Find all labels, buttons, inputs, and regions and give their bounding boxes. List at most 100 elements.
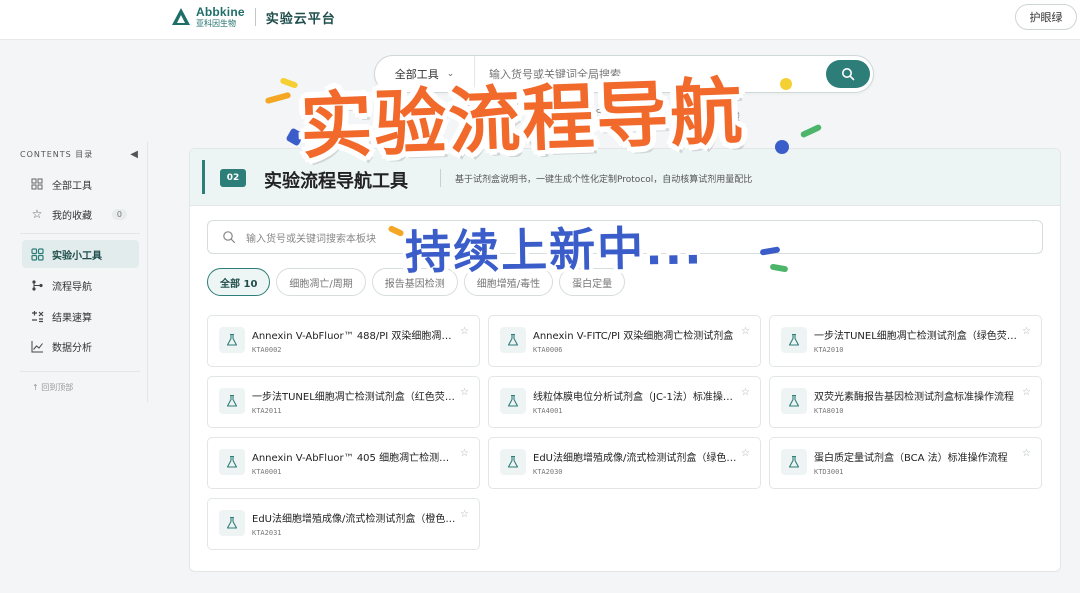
sidebar-item-label: 流程导航 [52, 281, 92, 293]
brand-logo[interactable]: Abbkine 亚科因生物 实验云平台 [170, 6, 336, 28]
tool-card[interactable]: Annexin V-AbFluor™ 405 细胞凋亡检测试剂盒 KTA0001… [207, 437, 480, 489]
favorite-star-icon[interactable]: ☆ [460, 326, 469, 337]
sidebar-item-label: 数据分析 [52, 342, 92, 354]
header-divider [440, 169, 441, 187]
confetti-decoration [264, 91, 292, 105]
flask-icon [781, 449, 807, 475]
favorite-star-icon[interactable]: ☆ [1022, 387, 1031, 398]
card-code: KTA2010 [814, 346, 844, 354]
section-number: 02 [220, 169, 246, 187]
flask-icon [781, 388, 807, 414]
flask-icon [500, 388, 526, 414]
flask-icon [781, 327, 807, 353]
tool-card[interactable]: EdU法细胞增殖成像/流式检测试剂盒（橙色荧光） KTA2031 ☆ [207, 498, 480, 550]
card-code: KTA0001 [252, 468, 282, 476]
flask-icon [500, 327, 526, 353]
card-code: KTA2030 [533, 468, 563, 476]
chip-all[interactable]: 全部 10 [207, 268, 271, 296]
sidebar-divider [20, 233, 140, 234]
flask-icon [219, 388, 245, 414]
sidebar-item-label: 全部工具 [52, 180, 92, 192]
card-title: Annexin V-AbFluor™ 488/PI 双染细胞凋亡检测试剂盒 [252, 331, 457, 342]
header-accent-bar [202, 160, 205, 194]
sidebar-item-all-tools[interactable]: 全部工具 [22, 170, 139, 198]
card-title: 线粒体膜电位分析试剂盒（JC-1法）标准操作流程 [533, 392, 738, 403]
sidebar-item-label: 实验小工具 [52, 250, 102, 262]
tool-card[interactable]: Annexin V-FITC/PI 双染细胞凋亡检测试剂盒 KTA0006 ☆ [488, 315, 761, 367]
flask-icon [219, 510, 245, 536]
star-icon: ☆ [31, 207, 43, 221]
promo-subheadline: 持续上新中... [404, 220, 704, 280]
card-title: Annexin V-FITC/PI 双染细胞凋亡检测试剂盒 [533, 331, 734, 342]
top-bar: Abbkine 亚科因生物 实验云平台 护眼绿 [0, 0, 1080, 40]
back-to-top-link[interactable]: ↑ 回到顶部 [32, 382, 73, 393]
card-title: EdU法细胞增殖成像/流式检测试剂盒（橙色荧光） [252, 514, 457, 525]
card-code: KTA0006 [533, 346, 563, 354]
flask-icon [219, 449, 245, 475]
tool-card[interactable]: 一步法TUNEL细胞凋亡检测试剂盒（绿色荧光） KTA2010 ☆ [769, 315, 1042, 367]
tool-card[interactable]: EdU法细胞增殖成像/流式检测试剂盒（绿色荧光） KTA2030 ☆ [488, 437, 761, 489]
promo-headline: 实验流程导航 [298, 69, 746, 169]
sidebar-item-data-analysis[interactable]: 数据分析 [22, 332, 139, 360]
flow-navigation-panel: 02 实验流程导航工具 基于试剂盒说明书，一键生成个性化定制Protocol，自… [189, 148, 1061, 572]
sidebar-item-lab-tools[interactable]: 实验小工具 [22, 240, 139, 268]
tool-card[interactable]: 蛋白质定量试剂盒（BCA 法）标准操作流程 KTD3001 ☆ [769, 437, 1042, 489]
card-title: 双荧光素酶报告基因检测试剂盒标准操作流程 [814, 392, 1014, 403]
card-code: KTA4001 [533, 407, 563, 415]
tool-card[interactable]: 线粒体膜电位分析试剂盒（JC-1法）标准操作流程 KTA4001 ☆ [488, 376, 761, 428]
favorite-star-icon[interactable]: ☆ [1022, 448, 1031, 459]
collapse-arrow-icon[interactable]: ◀ [130, 149, 138, 160]
sidebar-heading-label: CONTENTS 目录 [20, 150, 94, 159]
search-icon [842, 68, 855, 81]
tool-card[interactable]: Annexin V-AbFluor™ 488/PI 双染细胞凋亡检测试剂盒 KT… [207, 315, 480, 367]
sidebar-item-label: 结果速算 [52, 312, 92, 324]
favorite-star-icon[interactable]: ☆ [741, 448, 750, 459]
favorite-star-icon[interactable]: ☆ [741, 326, 750, 337]
sidebar-item-label: 我的收藏 [52, 210, 92, 222]
flask-icon [500, 449, 526, 475]
confetti-decoration [775, 140, 789, 154]
confetti-decoration [799, 123, 823, 139]
sidebar-item-favorites[interactable]: ☆ 我的收藏 0 [22, 200, 139, 228]
apps-icon [30, 247, 44, 261]
eye-care-button[interactable]: 护眼绿 [1015, 4, 1077, 30]
chip-apoptosis[interactable]: 细胞凋亡/周期 [276, 268, 366, 296]
confetti-decoration [780, 78, 792, 90]
favorite-star-icon[interactable]: ☆ [741, 387, 750, 398]
flow-icon [30, 278, 44, 292]
sidebar-heading: CONTENTS 目录 ◀ [20, 149, 138, 160]
platform-title: 实验云平台 [265, 11, 336, 27]
logo-mark-icon [172, 8, 190, 25]
sidebar-item-flow-nav[interactable]: 流程导航 [22, 271, 139, 299]
card-title: 一步法TUNEL细胞凋亡检测试剂盒（红色荧光） [252, 392, 457, 403]
favorite-star-icon[interactable]: ☆ [460, 509, 469, 520]
favorite-star-icon[interactable]: ☆ [460, 448, 469, 459]
card-title: 蛋白质定量试剂盒（BCA 法）标准操作流程 [814, 453, 1008, 464]
panel-search-placeholder: 输入货号或关键词搜索本板块 [246, 233, 376, 245]
search-icon [223, 231, 236, 244]
flask-icon [219, 327, 245, 353]
card-code: KTA0002 [252, 346, 282, 354]
favorites-count-badge: 0 [111, 208, 127, 220]
panel-description: 基于试剂盒说明书，一键生成个性化定制Protocol，自动核算试剂用量配比 [455, 175, 753, 185]
sidebar: CONTENTS 目录 ◀ 全部工具 ☆ 我的收藏 0 实验小工具 流程导航 结… [0, 142, 148, 402]
card-code: KTA2011 [252, 407, 282, 415]
tool-card[interactable]: 一步法TUNEL细胞凋亡检测试剂盒（红色荧光） KTA2011 ☆ [207, 376, 480, 428]
grid-icon [30, 177, 44, 191]
card-title: EdU法细胞增殖成像/流式检测试剂盒（绿色荧光） [533, 453, 738, 464]
confetti-decoration [279, 77, 299, 89]
search-button[interactable] [826, 60, 870, 88]
card-code: KTD3001 [814, 468, 844, 476]
chart-icon [30, 339, 44, 353]
logo-english: Abbkine [196, 5, 245, 19]
tool-card[interactable]: 双荧光素酶报告基因检测试剂盒标准操作流程 KTA8010 ☆ [769, 376, 1042, 428]
card-code: KTA2031 [252, 529, 282, 537]
favorite-star-icon[interactable]: ☆ [460, 387, 469, 398]
logo-divider [254, 8, 256, 26]
sidebar-divider [20, 371, 140, 372]
favorite-star-icon[interactable]: ☆ [1022, 326, 1031, 337]
card-title: 一步法TUNEL细胞凋亡检测试剂盒（绿色荧光） [814, 331, 1019, 342]
calc-icon [30, 309, 44, 323]
sidebar-item-quick-calc[interactable]: 结果速算 [22, 302, 139, 330]
card-title: Annexin V-AbFluor™ 405 细胞凋亡检测试剂盒 [252, 453, 457, 464]
